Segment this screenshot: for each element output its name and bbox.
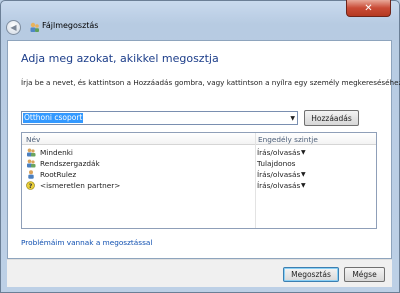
back-arrow-icon: ◀ (10, 23, 17, 32)
row-permission: Tulajdonos (257, 159, 296, 168)
instruction-text: Írja be a nevet, és kattintson a Hozzáad… (21, 78, 400, 87)
chevron-down-icon[interactable]: ▼ (301, 149, 306, 156)
chevron-down-icon[interactable]: ▼ (290, 115, 295, 122)
row-name: RootRulez (40, 170, 77, 179)
table-row[interactable]: Mindenki Írás/olvasás ▼ (22, 147, 376, 158)
row-name: <ismeretlen partner> (40, 181, 121, 190)
close-icon: ✕ (364, 2, 373, 14)
column-header-name[interactable]: Név (26, 135, 40, 144)
file-sharing-icon (30, 22, 39, 32)
row-name: Mindenki (40, 148, 73, 157)
dialog-heading: Adja meg azokat, akikkel megosztja (21, 52, 219, 65)
unknown-user-icon: ? (26, 181, 35, 190)
back-button[interactable]: ◀ (6, 20, 21, 35)
table-row[interactable]: ? <ismeretlen partner> Írás/olvasás ▼ (22, 180, 376, 191)
svg-text:?: ? (29, 182, 33, 190)
table-header: Név Engedély szintje (22, 133, 376, 145)
sharing-table: Név Engedély szintje Mindenki Írás/olvas… (21, 132, 377, 229)
help-link[interactable]: Problémáim vannak a megosztással (21, 238, 152, 247)
table-row[interactable]: RootRulez Írás/olvasás ▼ (22, 169, 376, 180)
share-button[interactable]: Megosztás (283, 267, 339, 282)
user-icon (28, 170, 34, 179)
add-button[interactable]: Hozzáadás (304, 110, 359, 126)
dialog-footer: Megosztás Mégse (7, 259, 392, 287)
chevron-down-icon[interactable]: ▼ (301, 182, 306, 189)
close-button[interactable]: ✕ (346, 0, 391, 17)
chevron-down-icon[interactable]: ▼ (301, 171, 306, 178)
table-row[interactable]: Rendszergazdák Tulajdonos (22, 158, 376, 169)
dialog-content: Adja meg azokat, akikkel megosztja Írja … (7, 40, 400, 259)
users-icon (27, 148, 36, 157)
column-header-permission[interactable]: Engedély szintje (258, 135, 318, 144)
cancel-button[interactable]: Mégse (344, 267, 385, 282)
name-input-value[interactable]: Otthoni csoport (23, 113, 84, 123)
name-combo-input[interactable]: Otthoni csoport ▼ (21, 111, 298, 125)
row-permission[interactable]: Írás/olvasás (257, 170, 300, 179)
row-name: Rendszergazdák (40, 159, 100, 168)
row-permission[interactable]: Írás/olvasás (257, 181, 300, 190)
row-permission[interactable]: Írás/olvasás (257, 148, 300, 157)
window-title: Fájlmegosztás (42, 21, 99, 30)
users-icon (27, 159, 36, 168)
